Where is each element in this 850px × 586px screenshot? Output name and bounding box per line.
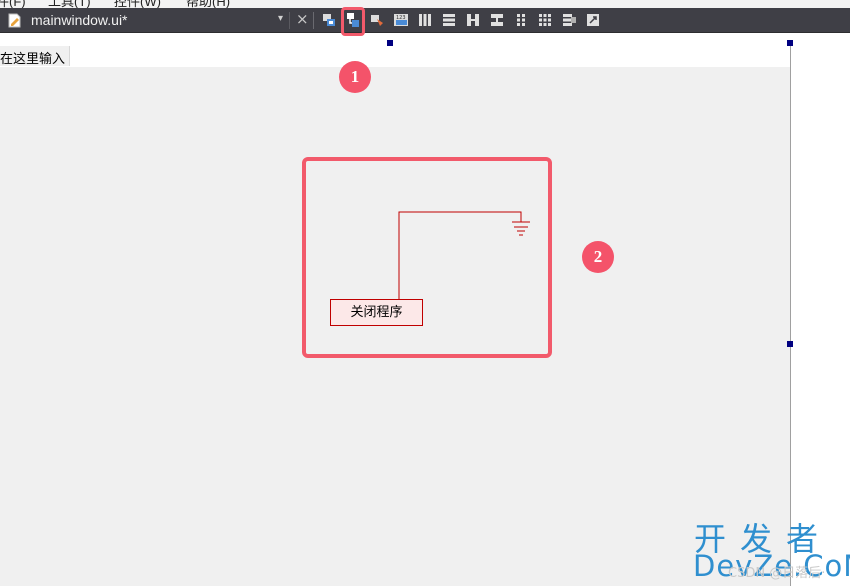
menu-item-file[interactable]: 件(F) [0, 0, 26, 8]
menu-strip: 件(F) 工具(T) 控件(W) 帮助(H) [0, 0, 850, 8]
edit-buddies-icon[interactable] [368, 11, 386, 29]
close-program-button[interactable]: 关闭程序 [330, 299, 423, 326]
signals-slots-highlight [341, 7, 365, 36]
resize-handle-top[interactable] [387, 40, 393, 46]
layout-horizontal-icon[interactable] [416, 11, 434, 29]
layout-grid-icon[interactable] [536, 11, 554, 29]
menubar-type-here[interactable]: 在这里输入 [0, 46, 71, 67]
callout-badge-2: 2 [582, 241, 614, 273]
ui-file-icon [8, 13, 22, 28]
svg-text:123: 123 [396, 15, 406, 21]
menu-item-tools[interactable]: 工具(T) [48, 0, 91, 8]
close-icon[interactable]: × [296, 10, 309, 28]
qt-designer-window: 件(F) 工具(T) 控件(W) 帮助(H) mainwindow.ui* ▾ … [0, 0, 850, 586]
menu-item-widgets[interactable]: 控件(W) [114, 0, 161, 8]
callout-badge-1: 1 [339, 61, 371, 93]
edit-tab-order-icon[interactable]: 123 [392, 11, 410, 29]
edit-widgets-icon[interactable] [320, 11, 338, 29]
layout-form-icon[interactable] [512, 11, 530, 29]
chevron-down-icon[interactable]: ▾ [278, 13, 283, 24]
menu-item-help[interactable]: 帮助(H) [186, 0, 230, 8]
resize-handle-right[interactable] [787, 341, 793, 347]
adjust-size-icon[interactable] [584, 11, 602, 29]
layout-vertical-splitter-icon[interactable] [488, 11, 506, 29]
form-right-edge [790, 43, 791, 586]
layout-vertical-icon[interactable] [440, 11, 458, 29]
resize-handle-top-right[interactable] [787, 40, 793, 46]
watermark-credit: CSDN @日落后· [728, 566, 826, 581]
tab-divider [289, 12, 290, 29]
form-menubar: 在这里输入 [0, 46, 790, 67]
layout-horizontal-splitter-icon[interactable] [464, 11, 482, 29]
toolbar-divider [313, 12, 314, 29]
break-layout-icon[interactable] [560, 11, 578, 29]
signal-slot-highlight-box [302, 157, 552, 358]
document-tab-title: mainwindow.ui* [31, 12, 128, 28]
document-tab[interactable]: mainwindow.ui* ▾ × [0, 8, 313, 33]
